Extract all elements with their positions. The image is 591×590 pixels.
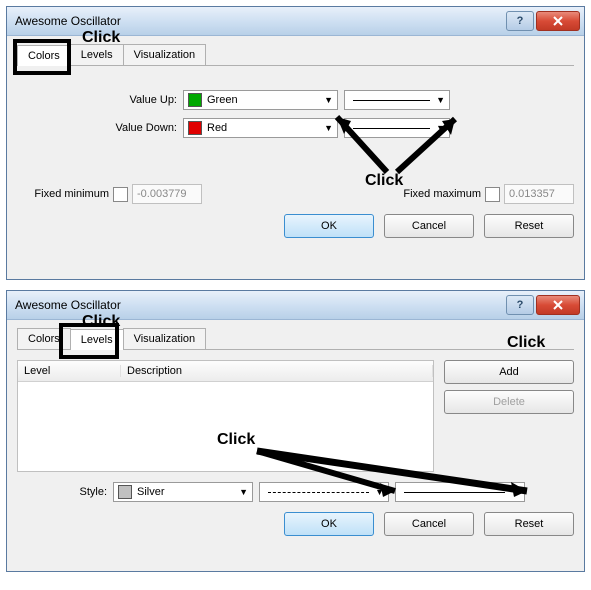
value-down-line-combo[interactable]: ▼: [344, 118, 450, 138]
line-preview: [353, 100, 430, 101]
ok-button[interactable]: OK: [284, 512, 374, 536]
dialog-title: Awesome Oscillator: [15, 14, 504, 28]
reset-button[interactable]: Reset: [484, 512, 574, 536]
close-icon: [552, 300, 564, 310]
value-up-line-combo[interactable]: ▼: [344, 90, 450, 110]
fixed-max-label: Fixed maximum: [403, 188, 481, 200]
fixed-max-value[interactable]: 0.013357: [504, 184, 574, 204]
chevron-down-icon: ▼: [322, 123, 335, 133]
titlebar: Awesome Oscillator ?: [7, 7, 584, 36]
value-up-color-name: Green: [207, 94, 322, 106]
color-swatch-silver: [118, 485, 132, 499]
help-button[interactable]: ?: [506, 295, 534, 315]
color-swatch-green: [188, 93, 202, 107]
ok-button[interactable]: OK: [284, 214, 374, 238]
help-button[interactable]: ?: [506, 11, 534, 31]
titlebar: Awesome Oscillator ?: [7, 291, 584, 320]
style-label: Style:: [17, 486, 107, 498]
tabstrip: Colors Levels Visualization: [17, 328, 574, 350]
chevron-down-icon: ▼: [434, 95, 447, 105]
reset-button[interactable]: Reset: [484, 214, 574, 238]
dialog-title: Awesome Oscillator: [15, 298, 504, 312]
close-button[interactable]: [536, 11, 580, 31]
add-button[interactable]: Add: [444, 360, 574, 384]
tab-levels[interactable]: Levels: [70, 44, 124, 65]
table-header: Level Description: [18, 361, 433, 382]
dialog-colors: Awesome Oscillator ? Colors Levels Visua…: [6, 6, 585, 280]
close-button[interactable]: [536, 295, 580, 315]
cancel-button[interactable]: Cancel: [384, 512, 474, 536]
tab-visualization[interactable]: Visualization: [123, 328, 207, 349]
tab-colors[interactable]: Colors: [17, 328, 71, 349]
col-level: Level: [18, 365, 121, 377]
chevron-down-icon: ▼: [373, 487, 386, 497]
value-up-label: Value Up:: [17, 94, 177, 106]
delete-button[interactable]: Delete: [444, 390, 574, 414]
levels-table[interactable]: Level Description: [17, 360, 434, 472]
cancel-button[interactable]: Cancel: [384, 214, 474, 238]
line-preview: [404, 492, 505, 493]
dialog-levels: Awesome Oscillator ? Colors Levels Visua…: [6, 290, 585, 572]
tab-colors[interactable]: Colors: [17, 45, 71, 66]
tab-visualization[interactable]: Visualization: [123, 44, 207, 65]
tabstrip: Colors Levels Visualization: [17, 44, 574, 66]
chevron-down-icon: ▼: [434, 123, 447, 133]
style-width-combo[interactable]: ▼: [395, 482, 525, 502]
fixed-min-value[interactable]: -0.003779: [132, 184, 202, 204]
close-icon: [552, 16, 564, 26]
fixed-max-checkbox[interactable]: [485, 187, 500, 202]
value-up-color-combo[interactable]: Green ▼: [183, 90, 338, 110]
fixed-min-checkbox[interactable]: [113, 187, 128, 202]
style-color-name: Silver: [137, 486, 237, 498]
value-down-color-combo[interactable]: Red ▼: [183, 118, 338, 138]
fixed-min-label: Fixed minimum: [17, 188, 109, 200]
line-preview-dashed: [268, 492, 369, 493]
chevron-down-icon: ▼: [509, 487, 522, 497]
col-description: Description: [121, 365, 433, 377]
chevron-down-icon: ▼: [322, 95, 335, 105]
chevron-down-icon: ▼: [237, 487, 250, 497]
line-preview: [353, 128, 430, 129]
color-swatch-red: [188, 121, 202, 135]
tab-levels[interactable]: Levels: [70, 329, 124, 350]
value-down-color-name: Red: [207, 122, 322, 134]
style-color-combo[interactable]: Silver ▼: [113, 482, 253, 502]
style-pattern-combo[interactable]: ▼: [259, 482, 389, 502]
value-down-label: Value Down:: [17, 122, 177, 134]
